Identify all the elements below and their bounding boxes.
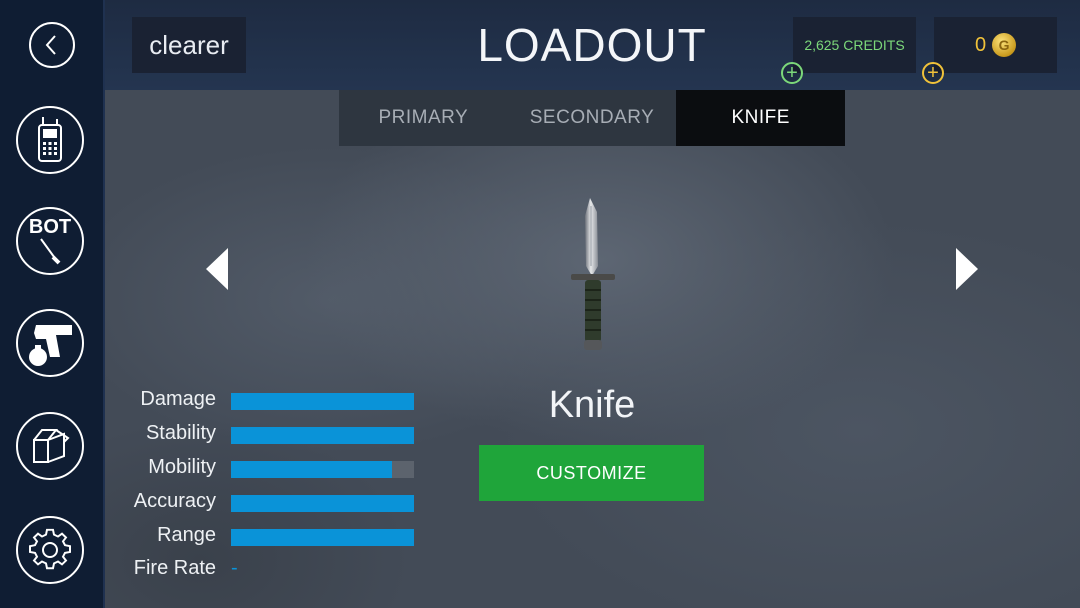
weapon-name: Knife bbox=[548, 384, 636, 426]
stat-bar bbox=[231, 461, 414, 478]
pistol-grenade-icon bbox=[29, 325, 72, 366]
stat-row: Fire Rate - bbox=[110, 553, 430, 587]
next-weapon-arrow[interactable] bbox=[956, 248, 978, 290]
player-name[interactable]: clearer bbox=[132, 17, 246, 73]
add-credits-button[interactable]: + bbox=[781, 62, 803, 84]
stat-row: Accuracy bbox=[110, 486, 430, 520]
settings-button[interactable] bbox=[16, 516, 84, 584]
knife-image bbox=[571, 198, 615, 350]
page-title: LOADOUT bbox=[477, 19, 707, 71]
stat-row: Stability bbox=[110, 418, 430, 452]
stat-row: Range bbox=[110, 520, 430, 554]
bot-match-button[interactable]: BOT bbox=[16, 207, 84, 275]
stat-label: Damage bbox=[140, 388, 216, 410]
sidebar: BOT bbox=[0, 0, 105, 608]
stat-bar-fill bbox=[231, 461, 393, 478]
stat-row: Damage bbox=[110, 384, 430, 418]
gold-amount: 0 bbox=[974, 33, 987, 56]
weapons-button[interactable] bbox=[16, 309, 84, 377]
stat-label: Accuracy bbox=[133, 490, 216, 512]
coin-symbol: G bbox=[998, 37, 1010, 53]
plus-icon: + bbox=[786, 62, 798, 84]
crates-button[interactable] bbox=[16, 412, 84, 480]
stat-label: Fire Rate bbox=[133, 557, 216, 579]
gold-coin-icon: G bbox=[992, 33, 1017, 57]
previous-weapon-arrow[interactable] bbox=[206, 248, 228, 290]
customize-button[interactable]: CUSTOMIZE bbox=[479, 445, 704, 501]
stat-bar-fill bbox=[231, 393, 414, 410]
crate-icon bbox=[33, 429, 70, 463]
gold-display: 0 G bbox=[934, 17, 1057, 73]
radio-icon bbox=[38, 117, 62, 162]
stat-bar bbox=[231, 427, 414, 444]
stat-bar bbox=[231, 393, 414, 410]
tab-primary[interactable]: PRIMARY bbox=[339, 90, 508, 146]
stat-bar-fill bbox=[231, 529, 414, 546]
tab-knife[interactable]: KNIFE bbox=[676, 90, 846, 146]
stat-label: Range bbox=[157, 524, 216, 546]
stat-bar bbox=[231, 529, 414, 546]
stat-label: Mobility bbox=[148, 456, 216, 478]
stat-label: Stability bbox=[145, 422, 216, 444]
back-button[interactable] bbox=[29, 22, 75, 68]
tab-secondary[interactable]: SECONDARY bbox=[508, 90, 677, 146]
bot-knife-icon bbox=[40, 238, 61, 265]
back-arrow-icon bbox=[45, 35, 56, 55]
add-gold-button[interactable]: + bbox=[922, 62, 944, 84]
gear-icon bbox=[29, 528, 71, 570]
stat-bar-fill bbox=[231, 495, 414, 512]
plus-icon: + bbox=[927, 62, 939, 84]
radio-button[interactable] bbox=[16, 106, 84, 174]
stat-row: Mobility bbox=[110, 452, 430, 486]
stat-bar bbox=[231, 495, 414, 512]
credits-label: 2,625 CREDITS bbox=[804, 37, 905, 53]
stat-empty-value: - bbox=[231, 557, 238, 579]
credits-display: 2,625 CREDITS bbox=[793, 17, 916, 73]
weapon-tabs: PRIMARY SECONDARY KNIFE bbox=[339, 90, 846, 146]
stat-bar-fill bbox=[231, 427, 414, 444]
bot-label: BOT bbox=[28, 216, 72, 238]
